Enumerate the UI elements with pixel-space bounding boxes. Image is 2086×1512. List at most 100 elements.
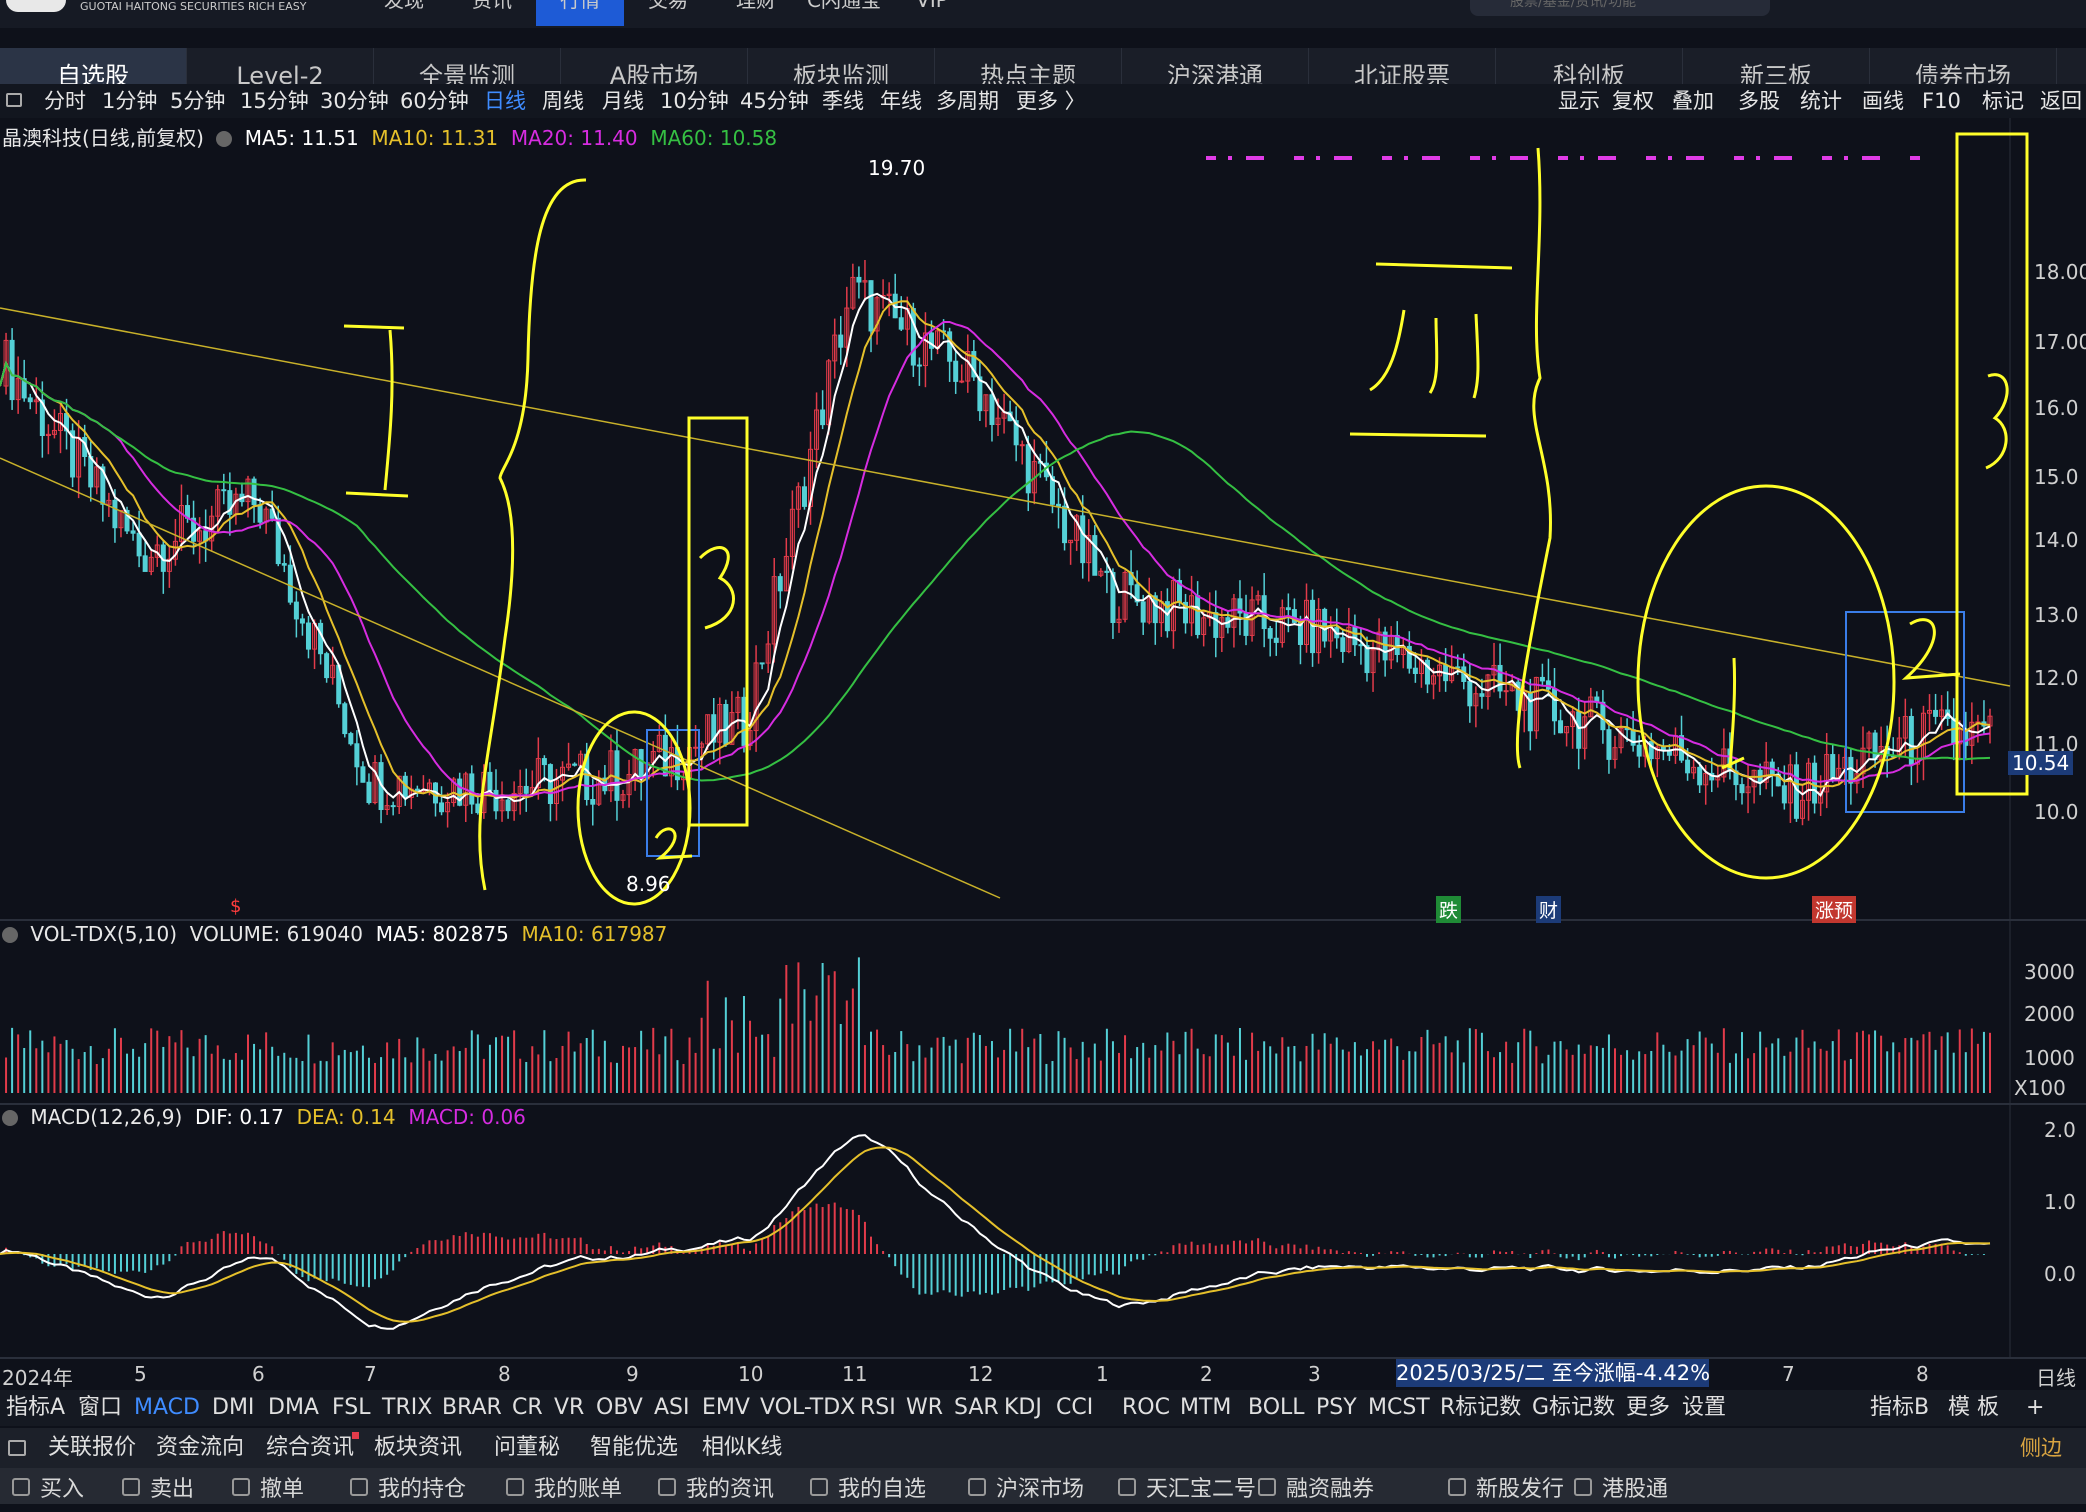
indicator-option[interactable]: EMV [702, 1390, 750, 1426]
top-nav-item[interactable]: 行情 [536, 0, 624, 26]
legend-toggle-icon[interactable] [2, 927, 18, 943]
bottom-action-button[interactable]: 我的自选 [838, 1468, 926, 1504]
candle-body [287, 564, 293, 603]
bottom-action-button[interactable]: 港股通 [1602, 1468, 1668, 1504]
chart-tool-button[interactable]: 返回 [2040, 84, 2082, 118]
bottom-action-button[interactable]: 新股发行 [1476, 1468, 1564, 1504]
bottom-action-button[interactable]: 沪深市场 [996, 1468, 1084, 1504]
period-option[interactable]: 日线 [484, 84, 526, 118]
period-option[interactable]: 分时 [44, 84, 86, 118]
indicator-option[interactable]: VOL-TDX [760, 1390, 855, 1426]
bottom-action-button[interactable]: 天汇宝二号 [1146, 1468, 1256, 1504]
period-option[interactable]: 5分钟 [170, 84, 225, 118]
candle-body [1497, 664, 1503, 692]
bottom-action-button[interactable]: 我的账单 [534, 1468, 622, 1504]
indicator-option[interactable]: BOLL [1248, 1390, 1305, 1426]
bottom-action-button[interactable]: 买入 [40, 1468, 84, 1504]
indicator-option[interactable]: G标记数 [1532, 1390, 1615, 1426]
period-option[interactable]: 更多 〉 [1016, 84, 1086, 118]
indicator-option[interactable]: MACD [134, 1390, 200, 1426]
indicator-right-button[interactable]: 模 板 [1948, 1390, 1999, 1426]
indicator-option[interactable]: R标记数 [1440, 1390, 1521, 1426]
info-tab[interactable]: 智能优选 [590, 1428, 678, 1468]
action-icon [232, 1478, 250, 1496]
layout-toggle-icon[interactable] [6, 93, 22, 107]
event-marker-finance[interactable]: 财 [1536, 896, 1562, 923]
panel-toggle-icon[interactable] [8, 1440, 26, 1456]
indicator-option[interactable]: BRAR [442, 1390, 502, 1426]
chart-tool-button[interactable]: 显示 [1558, 84, 1600, 118]
indicator-option[interactable]: CR [512, 1390, 543, 1426]
indicator-option[interactable]: 指标A [6, 1390, 65, 1426]
kline-chart[interactable] [0, 118, 2086, 1388]
indicator-option[interactable]: FSL [332, 1390, 371, 1426]
top-nav-item[interactable]: 理财 [712, 0, 800, 26]
indicator-option[interactable]: 更多 [1626, 1390, 1670, 1426]
top-nav-item[interactable]: 发现 [360, 0, 448, 26]
bottom-action-button[interactable]: 我的持仓 [378, 1468, 466, 1504]
indicator-option[interactable]: DMA [268, 1390, 319, 1426]
info-tab[interactable]: 板块资讯 [374, 1428, 462, 1468]
indicator-option[interactable]: ASI [654, 1390, 690, 1426]
chart-tool-button[interactable]: 叠加 [1672, 84, 1714, 118]
indicator-option[interactable]: 窗口 [78, 1390, 122, 1426]
indicator-option[interactable]: VR [554, 1390, 584, 1426]
indicator-option[interactable]: OBV [596, 1390, 643, 1426]
period-option[interactable]: 季线 [822, 84, 864, 118]
legend-toggle-icon[interactable] [216, 131, 233, 147]
indicator-option[interactable]: ROC [1122, 1390, 1170, 1426]
chart-tool-button[interactable]: F10 [1922, 84, 1961, 118]
bottom-action-button[interactable]: 我的资讯 [686, 1468, 774, 1504]
indicator-option[interactable]: MCST [1368, 1390, 1430, 1426]
period-option[interactable]: 15分钟 [240, 84, 309, 118]
indicator-option[interactable]: WR [906, 1390, 943, 1426]
indicator-option[interactable]: 设置 [1682, 1390, 1726, 1426]
chart-tool-button[interactable]: 复权 [1612, 84, 1654, 118]
volume-legend: VOL-TDX(5,10) VOLUME: 619040 MA5: 802875… [2, 922, 667, 946]
indicator-option[interactable]: RSI [860, 1390, 896, 1426]
indicator-option[interactable]: KDJ [1004, 1390, 1042, 1426]
bottom-action-button[interactable]: 融资融券 [1286, 1468, 1374, 1504]
info-tab[interactable]: 相似K线 [702, 1428, 782, 1468]
period-option[interactable]: 周线 [542, 84, 584, 118]
top-nav-item[interactable]: C闪通宝 [800, 0, 888, 26]
info-tab[interactable]: 综合资讯 [266, 1428, 354, 1468]
period-option[interactable]: 多周期 [936, 84, 999, 118]
chart-tool-button[interactable]: 画线 [1862, 84, 1904, 118]
candle-body [1739, 784, 1745, 794]
bottom-action-button[interactable]: 撤单 [260, 1468, 304, 1504]
period-option[interactable]: 30分钟 [320, 84, 389, 118]
period-option[interactable]: 45分钟 [740, 84, 809, 118]
indicator-option[interactable]: SAR [954, 1390, 999, 1426]
info-tab[interactable]: 资金流向 [156, 1428, 244, 1468]
chart-area[interactable]: 晶澳科技(日线,前复权) MA5: 11.51 MA10: 11.31 MA20… [0, 118, 2086, 1390]
app-top-bar: GUOTAI HAITONG SECURITIES RICH EASY 发现 资讯… [0, 0, 2086, 28]
period-option[interactable]: 1分钟 [102, 84, 157, 118]
period-option[interactable]: 60分钟 [400, 84, 469, 118]
event-marker-forecast[interactable]: 涨预 [1812, 896, 1857, 923]
search-input[interactable]: 股票/基金/资讯/功能 [1470, 0, 1770, 16]
indicator-right-button[interactable]: + [2026, 1390, 2044, 1426]
info-tab[interactable]: 问董秘 [494, 1428, 560, 1468]
indicator-option[interactable]: PSY [1316, 1390, 1357, 1426]
indicator-right-button[interactable]: 指标B [1870, 1390, 1929, 1426]
indicator-option[interactable]: MTM [1180, 1390, 1231, 1426]
top-nav-item[interactable]: VIP [888, 0, 976, 26]
chart-tool-button[interactable]: 统计 [1800, 84, 1842, 118]
bottom-action-button[interactable]: 卖出 [150, 1468, 194, 1504]
chart-tool-button[interactable]: 标记 [1982, 84, 2024, 118]
legend-toggle-icon[interactable] [2, 1110, 18, 1126]
indicator-option[interactable]: CCI [1056, 1390, 1093, 1426]
period-option[interactable]: 年线 [880, 84, 922, 118]
info-tab[interactable]: 关联报价 [48, 1428, 136, 1468]
indicator-option[interactable]: DMI [212, 1390, 254, 1426]
period-option[interactable]: 月线 [602, 84, 644, 118]
period-option[interactable]: 10分钟 [660, 84, 729, 118]
chart-tool-button[interactable]: 多股 [1738, 84, 1780, 118]
event-marker-drop[interactable]: 跌 [1436, 896, 1462, 923]
top-nav-item[interactable]: 交易 [624, 0, 712, 26]
event-marker-dividend[interactable]: $ [230, 896, 241, 917]
top-nav-item[interactable]: 资讯 [448, 0, 536, 26]
indicator-option[interactable]: TRIX [382, 1390, 432, 1426]
side-panel-button[interactable]: 侧边 [2020, 1428, 2062, 1468]
